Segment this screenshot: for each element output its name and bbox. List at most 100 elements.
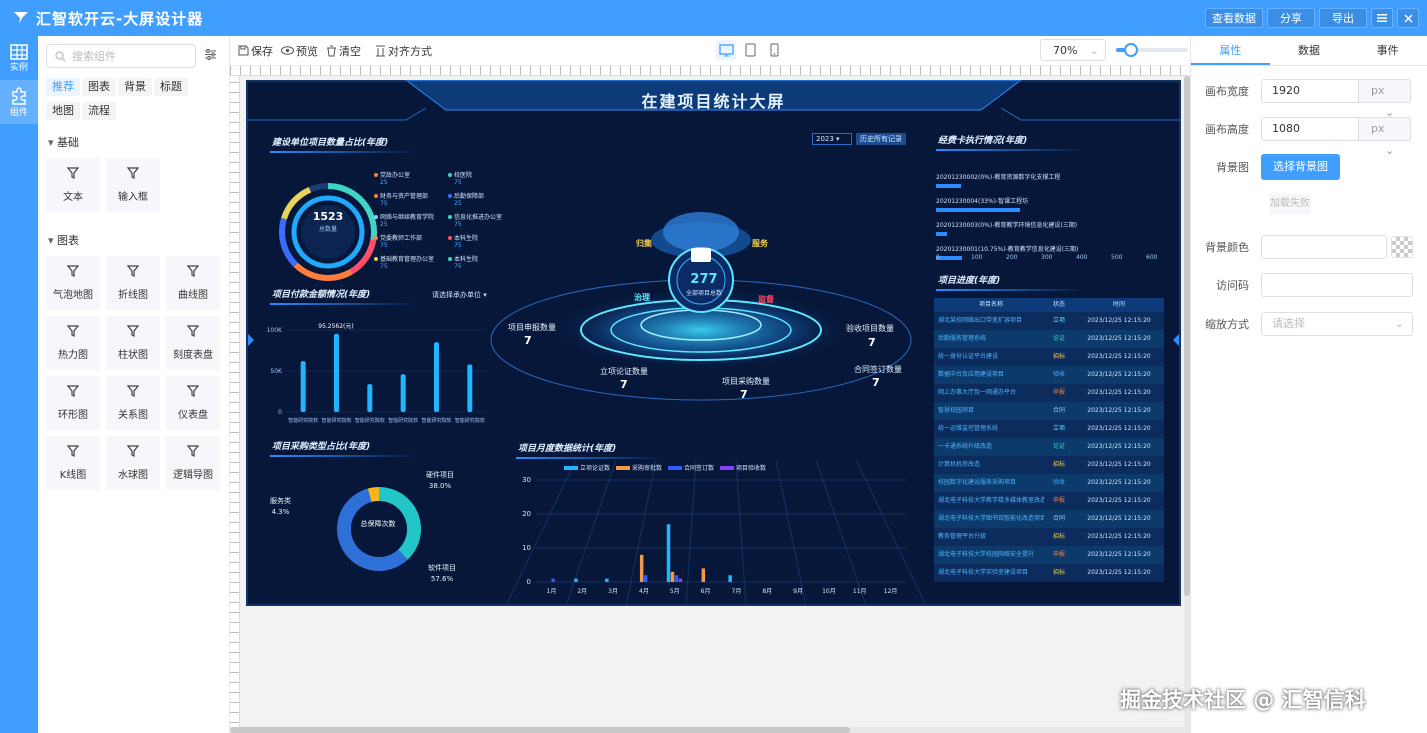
caption-govern: 治理 <box>634 293 650 302</box>
bar <box>467 364 473 412</box>
save-label: 保存 <box>251 44 273 58</box>
component-tile[interactable]: 输入框 <box>106 158 160 212</box>
component-tile[interactable]: 关系图 <box>106 376 160 430</box>
close-icon[interactable] <box>1397 8 1419 28</box>
table-row: 湖北电子科技大学图书馆智能化改造项目 合同 2023/12/25 12:15:20 <box>934 510 1164 528</box>
bg-color-input[interactable] <box>1261 235 1387 259</box>
component-tile[interactable]: 水球图 <box>106 436 160 490</box>
component-tile-label: 仪表盘 <box>178 410 208 421</box>
stat-value: 7 <box>524 334 532 347</box>
category-flow[interactable]: 流程 <box>82 102 116 120</box>
category-title[interactable]: 标题 <box>154 78 188 96</box>
zoom-select[interactable]: 70% ⌄ <box>1040 39 1106 61</box>
select-bg-image-button[interactable]: 选择背景图 <box>1261 154 1340 180</box>
puzzle-icon <box>12 86 26 105</box>
legend-name: 财务与资产管理部 <box>380 193 429 200</box>
category-charts[interactable]: 图表 <box>82 78 116 96</box>
table-row: 计算机机房改造 招标 2023/12/25 12:15:20 <box>934 456 1164 474</box>
legend-swatch <box>616 465 630 470</box>
clear-button[interactable]: 清空 <box>326 43 361 59</box>
category-map[interactable]: 地图 <box>46 102 80 120</box>
table-header-time: 时间 <box>1112 301 1125 308</box>
component-tile[interactable]: K线图 <box>46 436 100 490</box>
bg-color-label: 背景颜色 <box>1205 241 1249 254</box>
zoom-slider-handle[interactable] <box>1124 43 1138 57</box>
panel-title-progress: 项目进度(年度) <box>936 276 1087 291</box>
component-tile[interactable]: 气泡地图 <box>46 256 100 310</box>
history-records-button[interactable]: 历史所有记录 <box>856 133 906 145</box>
component-tile[interactable]: 仪表盘 <box>166 376 220 430</box>
legend-dot <box>374 235 378 240</box>
cell-status: 申报 <box>1052 551 1065 558</box>
save-button[interactable]: 保存 <box>238 43 273 59</box>
component-tile[interactable]: 柱状图 <box>106 316 160 370</box>
view-data-button[interactable]: 查看数据 <box>1205 8 1263 28</box>
panel-title-unit: 建设单位项目数量占比(年度) <box>270 138 421 153</box>
export-button[interactable]: 导出 <box>1319 8 1367 28</box>
year-select[interactable]: 2023 ▾ <box>812 133 852 145</box>
canvas-height-unit-select[interactable]: px ⌄ <box>1359 117 1411 157</box>
tab-data[interactable]: 数据 <box>1270 36 1349 65</box>
tab-properties[interactable]: 属性 <box>1191 36 1270 65</box>
funds-label: 20201230003(0%)-教育教学环境信息化建设(三期) <box>936 222 1078 229</box>
cell-time: 2023/12/25 12:15:20 <box>1087 389 1151 396</box>
legend-swatch <box>564 465 578 470</box>
department-select[interactable]: 请选择承办单位 ▾ <box>432 290 487 300</box>
search-input[interactable]: 搜索组件 <box>46 44 196 68</box>
rail-item-examples[interactable]: 实例 <box>0 36 38 80</box>
tab-events[interactable]: 事件 <box>1348 36 1427 65</box>
monitor-icon <box>718 43 734 56</box>
desktop-view-button[interactable] <box>716 40 736 60</box>
mobile-view-button[interactable] <box>764 40 784 60</box>
search-placeholder: 搜索组件 <box>72 50 116 63</box>
access-code-input[interactable] <box>1261 273 1413 297</box>
unit-value: px <box>1371 84 1385 97</box>
legend-value: 75 <box>454 242 462 249</box>
scale-select[interactable]: 请选择 ⌄ <box>1261 312 1413 336</box>
align-button[interactable]: 对齐方式 <box>375 43 432 59</box>
settings-sliders-icon[interactable] <box>204 48 217 64</box>
group-basic-title[interactable]: 基础 <box>48 134 79 150</box>
x-tick-label: 1月 <box>547 588 557 595</box>
horizontal-scrollbar[interactable] <box>230 727 1190 733</box>
share-button[interactable]: 分享 <box>1267 8 1315 28</box>
purchase-percent: 57.6% <box>430 575 454 583</box>
funnel-icon <box>126 167 140 182</box>
component-tile[interactable]: 环形图 <box>46 376 100 430</box>
component-tile[interactable]: 曲线图 <box>166 256 220 310</box>
component-tile[interactable]: 刻度表盘 <box>166 316 220 370</box>
y-tick-label: 20 <box>522 510 531 518</box>
bar <box>367 384 373 412</box>
y-tick-label: 0 <box>527 578 531 586</box>
big-screen-canvas[interactable]: 在建项目统计大屏 建设单位项目数量占比(年度) 项目付款金额情况(年度) 项目采… <box>246 80 1181 606</box>
access-code-row: 访问码 <box>1191 272 1427 298</box>
screen-header: 在建项目统计大屏 <box>406 80 1021 120</box>
cell-name: 后勤服务管理系统 <box>938 335 987 342</box>
horizontal-scrollbar-thumb[interactable] <box>230 727 850 733</box>
canvas-width-unit-select[interactable]: px ⌄ <box>1359 79 1411 119</box>
funnel-icon <box>126 445 140 460</box>
category-recommend[interactable]: 推荐 <box>46 78 80 96</box>
funnel-icon <box>186 385 200 400</box>
legend-dot <box>448 193 452 198</box>
legend-value: 75 <box>380 200 388 207</box>
component-tile[interactable]: 折线图 <box>106 256 160 310</box>
canvas-width-input[interactable]: 1920 <box>1261 79 1359 103</box>
component-tile[interactable]: 文本 <box>46 158 100 212</box>
preview-button[interactable]: 预览 <box>281 43 318 59</box>
search-icon <box>55 50 66 61</box>
component-tile[interactable]: 逻辑导图 <box>166 436 220 490</box>
funnel-icon <box>66 385 80 400</box>
group-charts-title[interactable]: 图表 <box>48 232 79 248</box>
menu-icon[interactable] <box>1371 8 1393 28</box>
canvas-height-input[interactable]: 1080 <box>1261 117 1359 141</box>
color-picker-icon[interactable] <box>1391 236 1413 258</box>
category-background[interactable]: 背景 <box>118 78 152 96</box>
rail-item-components[interactable]: 组件 <box>0 80 38 124</box>
bar <box>728 575 732 582</box>
tablet-view-button[interactable] <box>740 40 760 60</box>
component-tile[interactable]: 热力图 <box>46 316 100 370</box>
legend-row: 财务与资产管理部 <box>374 191 428 200</box>
zoom-slider[interactable] <box>1116 43 1188 57</box>
funnel-icon <box>66 265 80 280</box>
